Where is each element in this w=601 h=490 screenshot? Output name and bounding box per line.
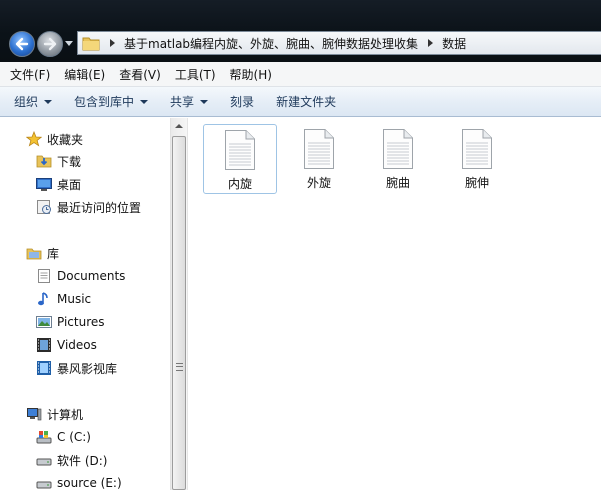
library-icon: [26, 245, 42, 261]
file-name: 外旋: [306, 176, 331, 190]
file-item-wanqu[interactable]: 腕曲: [361, 124, 435, 194]
video-library-icon: [36, 360, 52, 376]
music-note-icon: [36, 291, 52, 307]
include-in-library-button[interactable]: 包含到库中: [74, 93, 149, 110]
nav-drive-d[interactable]: 软件 (D:): [36, 449, 107, 471]
nav-drive-c-label: C (C:): [57, 430, 91, 444]
nav-documents[interactable]: Documents: [36, 265, 125, 287]
nav-drive-e[interactable]: source (E:): [36, 472, 122, 490]
new-folder-button[interactable]: 新建文件夹: [276, 93, 336, 110]
arrow-left-icon: [15, 37, 29, 51]
hard-drive-icon: [36, 475, 52, 490]
file-item-wanshen[interactable]: 腕伸: [440, 124, 514, 194]
desktop-icon: [36, 176, 52, 192]
burn-label: 刻录: [230, 95, 255, 109]
address-bar[interactable]: 基于matlab编程内旋、外旋、腕曲、腕伸数据处理收集 数据: [77, 31, 601, 55]
folder-icon: [82, 35, 100, 51]
share-button[interactable]: 共享: [170, 93, 209, 110]
new-folder-label: 新建文件夹: [276, 95, 337, 109]
nav-favorites[interactable]: 收藏夹: [25, 128, 84, 150]
scroll-up-arrow-icon[interactable]: [175, 124, 183, 128]
command-bar: 组织 包含到库中 共享 刻录 新建文件夹: [0, 87, 601, 117]
nav-libraries-label: 库: [47, 246, 60, 261]
menu-file[interactable]: 文件(F): [10, 66, 50, 83]
nav-pictures-label: Pictures: [57, 315, 105, 329]
file-item-neixuan[interactable]: 内旋: [203, 124, 277, 194]
forward-button[interactable]: [37, 31, 63, 57]
nav-downloads[interactable]: 下载: [36, 150, 81, 172]
file-name: 腕曲: [385, 176, 410, 190]
recent-places-icon: [36, 199, 52, 215]
breadcrumb-parent[interactable]: 基于matlab编程内旋、外旋、腕曲、腕伸数据处理收集: [124, 35, 418, 52]
arrow-right-icon: [43, 37, 57, 51]
document-icon: [461, 129, 493, 169]
nav-baofeng-library[interactable]: 暴风影视库: [36, 357, 117, 379]
document-icon: [224, 130, 256, 170]
navigation-scrollbar[interactable]: [170, 118, 187, 490]
nav-desktop-label: 桌面: [57, 177, 82, 192]
nav-libraries[interactable]: 库: [26, 242, 59, 264]
nav-baofeng-library-label: 暴风影视库: [57, 361, 118, 376]
nav-recent-places-label: 最近访问的位置: [57, 200, 142, 215]
file-name: 腕伸: [464, 176, 489, 190]
nav-pictures[interactable]: Pictures: [36, 311, 105, 333]
share-label: 共享: [170, 95, 195, 109]
nav-downloads-label: 下载: [57, 154, 82, 169]
star-icon: [25, 130, 43, 147]
grip-icon: [176, 363, 183, 371]
nav-drive-c[interactable]: C (C:): [36, 426, 91, 448]
chevron-right-icon[interactable]: [110, 39, 115, 47]
nav-music[interactable]: Music: [36, 288, 91, 310]
chevron-down-icon: [200, 99, 209, 104]
nav-music-label: Music: [57, 292, 92, 306]
file-item-waixuan[interactable]: 外旋: [282, 124, 356, 194]
scrollbar-thumb[interactable]: [172, 136, 186, 490]
hard-drive-icon: [36, 452, 52, 468]
organize-button[interactable]: 组织: [14, 93, 53, 110]
document-icon: [382, 129, 414, 169]
nav-computer[interactable]: 计算机: [26, 403, 83, 425]
navigation-pane: 收藏夹 下载 桌面 最近访问的位置 库 Documents Music Pict…: [0, 118, 170, 490]
film-icon: [36, 337, 52, 353]
nav-drive-d-label: 软件 (D:): [57, 453, 108, 468]
nav-computer-label: 计算机: [47, 407, 84, 422]
nav-recent-places[interactable]: 最近访问的位置: [36, 196, 141, 218]
system-drive-icon: [36, 429, 52, 445]
menu-edit[interactable]: 编辑(E): [64, 66, 105, 83]
nav-videos-label: Videos: [57, 338, 97, 352]
chevron-down-icon: [140, 99, 149, 104]
chevron-down-icon: [44, 99, 53, 104]
menu-help[interactable]: 帮助(H): [230, 66, 272, 83]
window-titlebar: 基于matlab编程内旋、外旋、腕曲、腕伸数据处理收集 数据: [0, 0, 601, 62]
include-in-library-label: 包含到库中: [74, 95, 135, 109]
chevron-right-icon[interactable]: [428, 39, 434, 47]
download-folder-icon: [36, 153, 52, 169]
nav-favorites-label: 收藏夹: [47, 132, 84, 147]
organize-label: 组织: [14, 95, 39, 109]
breadcrumb-current[interactable]: 数据: [442, 35, 466, 52]
burn-button[interactable]: 刻录: [230, 93, 254, 110]
back-button[interactable]: [9, 31, 35, 57]
file-name: 内旋: [227, 177, 252, 191]
nav-desktop[interactable]: 桌面: [36, 173, 81, 195]
document-icon: [303, 129, 335, 169]
file-list: 内旋 外旋 腕曲 腕伸: [188, 118, 601, 490]
menu-tools[interactable]: 工具(T): [175, 66, 216, 83]
computer-icon: [26, 406, 42, 422]
nav-videos[interactable]: Videos: [36, 334, 97, 356]
menu-view[interactable]: 查看(V): [119, 66, 161, 83]
pictures-icon: [36, 314, 52, 330]
recent-pages-dropdown[interactable]: [65, 41, 73, 46]
documents-icon: [36, 268, 52, 284]
nav-drive-e-label: source (E:): [57, 476, 122, 490]
menu-bar: 文件(F) 编辑(E) 查看(V) 工具(T) 帮助(H): [0, 62, 601, 87]
nav-documents-label: Documents: [57, 269, 126, 283]
